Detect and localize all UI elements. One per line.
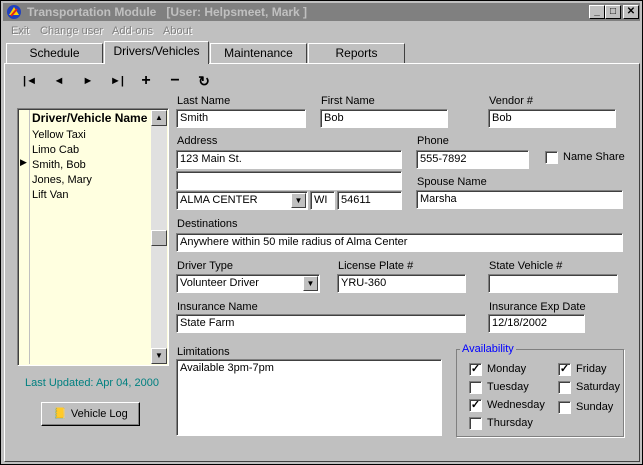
close-button[interactable]: ✕	[623, 5, 639, 19]
tab-reports[interactable]: Reports	[308, 43, 405, 63]
menu-about[interactable]: About	[163, 25, 192, 37]
chevron-down-icon[interactable]: ▼	[303, 276, 318, 291]
license-plate-label: License Plate #	[338, 260, 414, 272]
name-share-checkbox[interactable]	[545, 151, 558, 164]
first-name-label: First Name	[321, 95, 375, 107]
insurance-exp-field[interactable]: 12/18/2002	[488, 314, 585, 333]
wednesday-checkbox[interactable]: ✓	[469, 399, 482, 412]
refresh-icon[interactable]: ↻	[193, 72, 215, 90]
vendor-field[interactable]: Bob	[488, 109, 616, 128]
chevron-down-icon[interactable]: ▼	[291, 193, 306, 208]
destinations-field[interactable]: Anywhere within 50 mile radius of Alma C…	[176, 233, 623, 252]
list-item[interactable]: Lift Van	[32, 189, 69, 201]
monday-checkbox[interactable]: ✓	[469, 363, 482, 376]
saturday-label: Saturday	[576, 381, 621, 393]
phone-label: Phone	[417, 135, 449, 147]
license-plate-field[interactable]: YRU-360	[337, 274, 466, 293]
tuesday-label: Tuesday	[487, 381, 529, 393]
menu-change-user[interactable]: Change user	[40, 25, 103, 37]
scroll-up-icon[interactable]: ▲	[151, 110, 167, 126]
friday-checkbox[interactable]: ✓	[558, 363, 571, 376]
saturday-checkbox[interactable]	[558, 381, 571, 394]
limitations-textarea[interactable]: Available 3pm-7pm	[176, 359, 442, 436]
driver-type-label: Driver Type	[177, 260, 234, 272]
tuesday-checkbox[interactable]	[469, 381, 482, 394]
insurance-name-label: Insurance Name	[177, 301, 258, 313]
first-name-field[interactable]: Bob	[320, 109, 448, 128]
row-selector-column	[19, 110, 30, 364]
address-label: Address	[177, 135, 218, 147]
thursday-label: Thursday	[487, 417, 533, 429]
zip-field[interactable]: 54611	[337, 191, 402, 210]
list-item[interactable]: Jones, Mary	[32, 174, 92, 186]
previous-record-button[interactable]: ◄	[48, 72, 70, 90]
phone-field[interactable]: 555-7892	[416, 150, 529, 169]
vehicle-log-label: Vehicle Log	[70, 408, 128, 420]
minimize-button[interactable]: _	[589, 5, 605, 19]
state-field[interactable]: WI	[310, 191, 335, 210]
last-name-field[interactable]: Smith	[176, 109, 306, 128]
monday-label: Monday	[487, 363, 527, 375]
menu-bar: Exit Change user Add-ons About	[3, 23, 640, 41]
thursday-checkbox[interactable]	[469, 417, 482, 430]
insurance-name-field[interactable]: State Farm	[176, 314, 466, 333]
list-item[interactable]: Smith, Bob	[32, 159, 86, 171]
tab-maintenance[interactable]: Maintenance	[210, 43, 307, 63]
spouse-name-field[interactable]: Marsha	[416, 190, 623, 209]
driver-type-value: Volunteer Driver	[180, 277, 259, 289]
scroll-thumb[interactable]	[151, 230, 167, 246]
menu-add-ons[interactable]: Add-ons	[112, 25, 153, 37]
last-name-label: Last Name	[177, 95, 231, 107]
spouse-name-label: Spouse Name	[417, 176, 487, 188]
app-logo-icon	[7, 5, 21, 19]
address-line1-field[interactable]: 123 Main St.	[176, 150, 402, 169]
tab-schedule[interactable]: Schedule	[6, 43, 103, 63]
list-item[interactable]: Limo Cab	[32, 144, 79, 156]
state-vehicle-field[interactable]	[488, 274, 618, 293]
wednesday-label: Wednesday	[487, 399, 545, 411]
add-record-button[interactable]: +	[135, 72, 157, 90]
selected-row-marker-icon: ▶	[20, 157, 27, 167]
delete-record-button[interactable]: −	[164, 72, 186, 90]
vehicle-log-button[interactable]: 📒 Vehicle Log	[41, 402, 140, 426]
vendor-label: Vendor #	[489, 95, 534, 107]
city-combo[interactable]: ALMA CENTER ▼	[176, 191, 308, 210]
last-updated-text: Last Updated: Apr 04, 2000	[25, 377, 159, 389]
address-line2-field[interactable]	[176, 171, 402, 190]
list-scrollbar[interactable]: ▲ ▼	[151, 110, 167, 364]
title-bar[interactable]: Transportation Module [User: Helpsmeet, …	[3, 3, 640, 21]
sunday-checkbox[interactable]	[558, 401, 571, 414]
maximize-button[interactable]: □	[605, 5, 621, 19]
driver-type-combo[interactable]: Volunteer Driver ▼	[176, 274, 320, 293]
window-title: Transportation Module [User: Helpsmeet, …	[27, 5, 308, 19]
notebook-icon: 📒	[53, 408, 67, 420]
driver-vehicle-list[interactable]: Driver/Vehicle Name ▶ Yellow Taxi Limo C…	[17, 108, 169, 366]
friday-label: Friday	[576, 363, 607, 375]
menu-exit[interactable]: Exit	[11, 25, 29, 37]
list-header: Driver/Vehicle Name	[32, 111, 148, 125]
next-record-button[interactable]: ►	[77, 72, 99, 90]
city-value: ALMA CENTER	[180, 194, 258, 206]
scroll-down-icon[interactable]: ▼	[151, 348, 167, 364]
app-window: Transportation Module [User: Helpsmeet, …	[0, 0, 643, 465]
limitations-label: Limitations	[177, 346, 230, 358]
name-share-label: Name Share	[563, 151, 625, 163]
first-record-button[interactable]: |◄	[19, 72, 41, 90]
insurance-exp-label: Insurance Exp Date	[489, 301, 586, 313]
list-item[interactable]: Yellow Taxi	[32, 129, 86, 141]
tab-drivers-vehicles[interactable]: Drivers/Vehicles	[104, 41, 209, 64]
destinations-label: Destinations	[177, 218, 238, 230]
availability-title: Availability	[460, 343, 516, 355]
state-vehicle-label: State Vehicle #	[489, 260, 563, 272]
last-record-button[interactable]: ►|	[106, 72, 128, 90]
sunday-label: Sunday	[576, 401, 614, 413]
